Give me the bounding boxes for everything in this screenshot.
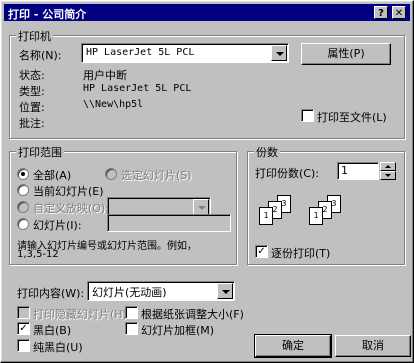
printer-name-select[interactable]: HP LaserJet 5L PCL <box>81 43 289 63</box>
status-value: 用户中断 <box>83 69 127 82</box>
range-all-radio[interactable] <box>17 168 29 180</box>
range-current-label: 当前幻灯片(E) <box>33 185 104 198</box>
grayscale-checkbox[interactable]: ✓ <box>17 322 30 335</box>
print-range-group-label: 打印范围 <box>16 144 64 160</box>
hidden-slides-checkbox[interactable] <box>17 306 30 319</box>
pure-bw-label: 纯黑白(U) <box>33 341 83 354</box>
ok-button[interactable]: 确定 <box>254 334 332 358</box>
range-selection-radio[interactable] <box>105 168 117 180</box>
scale-to-fit-label: 根据纸张调整大小(F) <box>141 308 244 321</box>
close-button[interactable]: ✕ <box>392 6 406 19</box>
grayscale-label: 黑白(B) <box>33 324 72 337</box>
print-what-select[interactable]: 幻灯片(无动画) <box>87 281 235 301</box>
collate-page-icon: 1 <box>259 207 273 225</box>
range-slides-label: 幻灯片(I): <box>33 219 82 232</box>
range-all-label: 全部(A) <box>33 169 72 182</box>
location-value: \\New\hp5l <box>83 99 144 110</box>
chevron-down-icon[interactable] <box>217 283 233 299</box>
range-slides-radio[interactable] <box>17 218 29 230</box>
printer-group-label: 打印机 <box>16 28 53 44</box>
collate-page-icon: 1 <box>309 207 323 225</box>
comment-label: 批注: <box>19 117 45 130</box>
scale-to-fit-checkbox[interactable] <box>125 306 138 319</box>
type-value: HP LaserJet 5L PCL <box>83 83 192 94</box>
location-label: 位置: <box>19 101 45 114</box>
help-button[interactable]: ? <box>374 6 388 19</box>
print-to-file-checkbox[interactable] <box>301 109 314 122</box>
print-what-value: 幻灯片(无动画) <box>92 286 167 299</box>
range-current-radio[interactable] <box>17 184 29 196</box>
printer-name-value: HP LaserJet 5L PCL <box>86 47 195 58</box>
chevron-down-icon[interactable] <box>193 199 209 215</box>
spin-up-icon[interactable] <box>380 162 396 171</box>
collate-label: 逐份打印(T) <box>271 247 331 260</box>
copies-count-value: 1 <box>341 164 348 177</box>
printer-name-label: 名称(N): <box>19 49 62 62</box>
print-dialog: 打印 - 公司简介 ? ✕ 打印机 名称(N): HP LaserJet 5L … <box>0 0 414 363</box>
frame-slides-label: 幻灯片加框(M) <box>141 324 215 337</box>
status-label: 状态: <box>19 69 45 82</box>
copies-group-label: 份数 <box>254 144 280 160</box>
dialog-title: 打印 - 公司简介 <box>8 8 87 21</box>
print-to-file-label: 打印至文件(L) <box>317 111 387 124</box>
range-custom-show-label: 自定义放映(O): <box>33 202 109 215</box>
spin-down-icon[interactable] <box>380 171 396 180</box>
copies-count-input[interactable]: 1 <box>337 162 379 180</box>
pure-bw-checkbox[interactable] <box>17 339 30 352</box>
type-label: 类型: <box>19 85 45 98</box>
collate-checkbox[interactable]: ✓ <box>255 245 268 258</box>
slides-input[interactable] <box>107 214 231 232</box>
range-selection-label: 选定幻灯片(S) <box>121 169 192 182</box>
title-bar[interactable]: 打印 - 公司简介 ? ✕ <box>4 4 410 21</box>
hidden-slides-label: 打印隐藏幻灯片(H) <box>33 308 127 321</box>
cancel-button[interactable]: 取消 <box>335 335 411 357</box>
copies-count-label: 打印份数(C): <box>255 167 319 180</box>
range-custom-show-radio[interactable] <box>17 201 29 213</box>
range-hint-example: 1,3,5-12 <box>17 249 59 260</box>
frame-slides-checkbox[interactable] <box>125 322 138 335</box>
properties-button[interactable]: 属性(P) <box>301 43 391 65</box>
print-what-label: 打印内容(W): <box>17 287 85 300</box>
copies-spinner[interactable] <box>380 162 396 180</box>
chevron-down-icon[interactable] <box>271 45 287 61</box>
